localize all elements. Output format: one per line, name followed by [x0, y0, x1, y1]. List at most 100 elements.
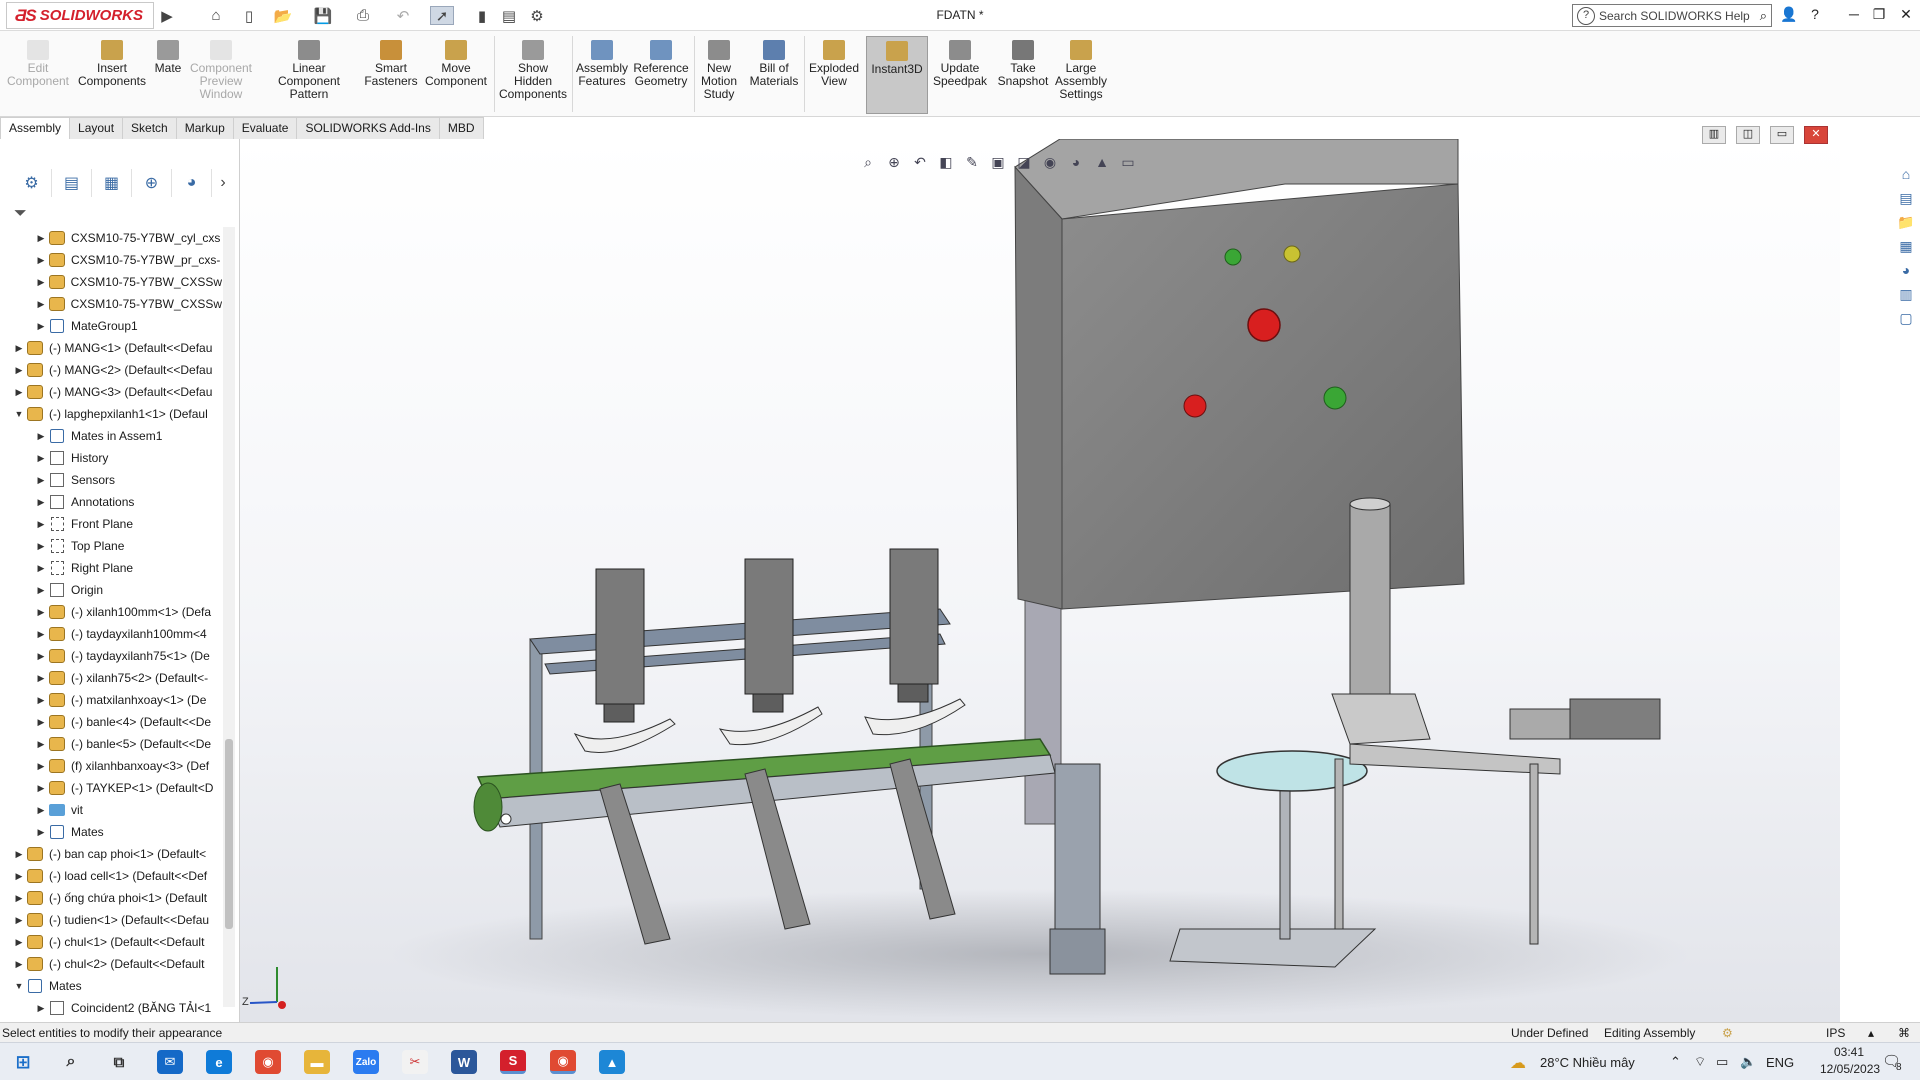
exploded-view-button[interactable]: Exploded View [806, 40, 862, 88]
reference-geometry-button[interactable]: Reference Geometry [632, 40, 690, 88]
design-library-icon[interactable]: ▤ [1895, 190, 1917, 210]
zalo-app-icon[interactable]: Zalo [353, 1050, 379, 1074]
appearances-icon[interactable]: ◕ [1895, 262, 1917, 282]
options-gear-icon[interactable]: ⚙ [526, 6, 548, 25]
tree-item[interactable]: ▶ Top Plane [0, 535, 222, 557]
assembly-features-button[interactable]: Assembly Features [576, 40, 628, 88]
status-help-icon[interactable]: ⌘ [1898, 1026, 1910, 1040]
section-view-icon[interactable]: ◧ [936, 154, 956, 172]
tree-item[interactable]: ▶ CXSM10-75-Y7BW_CXSSw [0, 293, 222, 315]
forum-icon[interactable]: ▢ [1895, 310, 1917, 330]
tree-item[interactable]: ▶ CXSM10-75-Y7BW_CXSSw [0, 271, 222, 293]
property-manager-icon[interactable]: ▤ [52, 169, 92, 197]
tree-item[interactable]: ▶ (-) tudien<1> (Default<<Defau [0, 909, 222, 931]
weather-cloud-icon[interactable]: ☁ [1510, 1053, 1526, 1073]
viewport-tile-icon[interactable]: ▥ [1702, 126, 1726, 144]
indicator-yellow[interactable] [1283, 245, 1301, 263]
tree-item[interactable]: ▶ Mates [0, 821, 222, 843]
indicator-green-top[interactable] [1224, 248, 1242, 266]
chevron-right-icon[interactable]: ▶ [34, 563, 48, 574]
zoom-to-area-icon[interactable]: ⊕ [884, 154, 904, 172]
tree-item[interactable]: ▶ Annotations [0, 491, 222, 513]
tree-item[interactable]: ▶ Mates in Assem1 [0, 425, 222, 447]
clock-date[interactable]: 12/05/2023 [1820, 1062, 1880, 1076]
chevron-right-icon[interactable]: ▶ [12, 893, 26, 904]
chevron-right-icon[interactable]: ▶ [12, 849, 26, 860]
restore-button[interactable]: ❐ [1868, 6, 1890, 24]
chevron-right-icon[interactable]: ▶ [34, 541, 48, 552]
tab-layout[interactable]: Layout [69, 117, 124, 139]
word-app-icon[interactable]: W [451, 1050, 477, 1074]
save-icon[interactable]: 💾 [312, 6, 334, 25]
chevron-right-icon[interactable]: ▶ [34, 585, 48, 596]
chrome-window-icon[interactable]: ◉ [550, 1050, 576, 1074]
view-palette-icon[interactable]: ▦ [1895, 238, 1917, 258]
file-explorer-icon[interactable]: ▬ [304, 1050, 330, 1074]
minimize-button[interactable]: ─ [1843, 6, 1865, 24]
chevron-right-icon[interactable]: ▶ [34, 695, 48, 706]
chevron-right-icon[interactable]: ▶ [12, 915, 26, 926]
chevron-right-icon[interactable]: ▶ [12, 871, 26, 882]
viewport-restore-icon[interactable]: ▭ [1770, 126, 1794, 144]
mail-app-icon[interactable]: ✉ [157, 1050, 183, 1074]
indicator-green-right[interactable] [1323, 386, 1347, 410]
hide-show-icon[interactable]: ◉ [1040, 154, 1060, 172]
feeder-stand[interactable] [1331, 497, 1661, 945]
chevron-right-icon[interactable]: ▶ [34, 255, 48, 266]
file-properties-icon[interactable]: ▤ [498, 6, 520, 25]
chevron-right-icon[interactable]: ▶ [12, 365, 26, 376]
show-hidden-button[interactable]: Show Hidden Components [498, 40, 568, 101]
tree-item[interactable]: ▶ Front Plane [0, 513, 222, 535]
expand-menu-icon[interactable]: ▶ [160, 6, 174, 25]
apply-scene-icon[interactable]: ▲ [1092, 154, 1112, 172]
help-icon[interactable]: ? [1804, 6, 1826, 24]
chevron-right-icon[interactable]: ▶ [34, 431, 48, 442]
new-file-icon[interactable]: ▯ [238, 6, 260, 25]
feature-tree-icon[interactable]: ⚙ [12, 169, 52, 197]
tree-item[interactable]: ▶ (-) taydayxilanh100mm<4 [0, 623, 222, 645]
tree-item[interactable]: ▶ (-) MANG<3> (Default<<Defau [0, 381, 222, 403]
chevron-right-icon[interactable]: ▶ [34, 673, 48, 684]
weather-text[interactable]: 28°C Nhiều mây [1540, 1055, 1635, 1070]
edit-appearance-icon[interactable]: ◕ [1066, 154, 1086, 172]
tab-evaluate[interactable]: Evaluate [232, 117, 298, 139]
component-preview-button[interactable]: Component Preview Window [186, 40, 256, 101]
solidworks-resources-icon[interactable]: ⌂ [1895, 166, 1917, 186]
configuration-manager-icon[interactable]: ▦ [92, 169, 132, 197]
dimxpert-icon[interactable]: ⊕ [132, 169, 172, 197]
tree-item[interactable]: ▶ (-) MANG<1> (Default<<Defau [0, 337, 222, 359]
help-search-box[interactable]: ? Search SOLIDWORKS Help ⌕ [1572, 4, 1772, 27]
tree-item[interactable]: ▶ (-) TAYKEP<1> (Default<D [0, 777, 222, 799]
tree-item[interactable]: ▼ Mates [0, 975, 222, 997]
previous-view-icon[interactable]: ↶ [910, 154, 930, 172]
emergency-stop-button[interactable] [1247, 308, 1281, 342]
view-orientation-icon[interactable]: ▣ [988, 154, 1008, 172]
chevron-right-icon[interactable]: ▶ [34, 827, 48, 838]
chevron-right-icon[interactable]: ▶ [12, 343, 26, 354]
linear-pattern-button[interactable]: Linear Component Pattern [260, 40, 358, 101]
chevron-right-icon[interactable]: ▶ [34, 453, 48, 464]
mate-button[interactable]: Mate [152, 40, 184, 75]
tab-sketch[interactable]: Sketch [122, 117, 177, 139]
filter-icon[interactable]: ⏷ [14, 205, 27, 223]
chevron-right-icon[interactable]: ▶ [34, 717, 48, 728]
new-motion-study-button[interactable]: New Motion Study [696, 40, 742, 101]
chevron-right-icon[interactable]: ▶ [34, 607, 48, 618]
tree-item[interactable]: ▶ Origin [0, 579, 222, 601]
chevron-right-icon[interactable]: ▶ [34, 277, 48, 288]
chevron-right-icon[interactable]: ▶ [34, 233, 48, 244]
tree-item[interactable]: ▶ (-) xilanh75<2> (Default<- [0, 667, 222, 689]
chevron-right-icon[interactable]: ▶ [34, 629, 48, 640]
chevron-right-icon[interactable]: ▶ [34, 739, 48, 750]
tree-item[interactable]: ▶ vit [0, 799, 222, 821]
bill-of-materials-button[interactable]: Bill of Materials [746, 40, 802, 88]
input-language[interactable]: ENG [1766, 1055, 1794, 1070]
task-view-icon[interactable]: ⧉ [106, 1050, 132, 1074]
chevron-right-icon[interactable]: ▶ [34, 519, 48, 530]
insert-components-button[interactable]: Insert Components [76, 40, 148, 88]
move-component-button[interactable]: Move Component [422, 40, 490, 88]
chevron-right-icon[interactable]: ▶ [34, 1003, 48, 1014]
tree-item[interactable]: ▶ Right Plane [0, 557, 222, 579]
chevron-right-icon[interactable]: ▶ [12, 959, 26, 970]
zoom-to-fit-icon[interactable]: ⌕ [858, 154, 878, 172]
